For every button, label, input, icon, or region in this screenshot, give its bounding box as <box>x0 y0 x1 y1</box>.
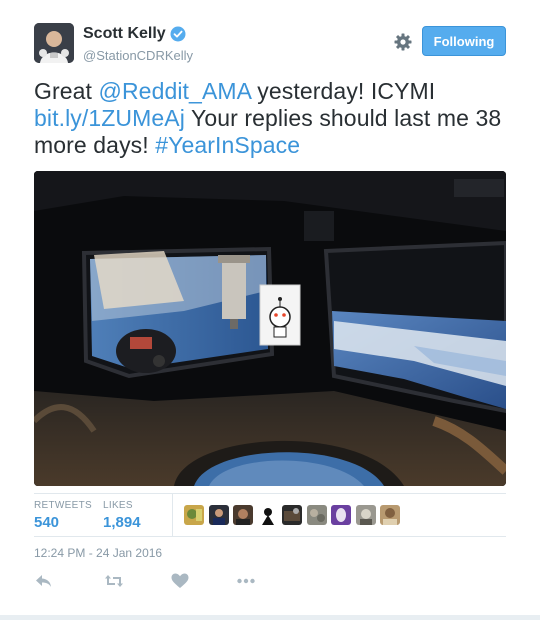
liker-avatar[interactable] <box>208 505 229 525</box>
liker-avatar[interactable] <box>331 505 351 525</box>
card-bottom-border <box>0 615 540 620</box>
user-handle[interactable]: @StationCDRKelly <box>83 48 193 63</box>
url-link[interactable]: bit.ly/1ZUMeAj <box>34 105 185 131</box>
liker-avatar[interactable] <box>380 505 400 525</box>
following-button[interactable]: Following <box>422 26 506 56</box>
retweet-icon[interactable] <box>104 572 124 590</box>
user-avatar[interactable] <box>34 23 74 63</box>
verified-badge-icon <box>170 26 186 42</box>
tweet-photo[interactable] <box>34 171 506 486</box>
tweet-text-segment: yesterday! ICYMI <box>250 78 436 104</box>
liker-avatar[interactable] <box>355 505 376 525</box>
retweets-stat[interactable]: RETWEETS 540 <box>34 500 92 531</box>
likes-stat[interactable]: LIKES 1,894 <box>103 500 141 531</box>
liker-avatar[interactable] <box>184 505 204 525</box>
stats-divider <box>172 494 173 536</box>
tweet-text: Great @Reddit_AMA yesterday! ICYMI bit.l… <box>34 78 514 159</box>
liker-avatar[interactable] <box>257 505 278 525</box>
liker-avatars <box>184 505 405 525</box>
like-icon[interactable] <box>170 572 190 590</box>
liker-avatar[interactable] <box>306 505 327 525</box>
hashtag-link[interactable]: #YearInSpace <box>155 132 300 158</box>
tweet-text-segment: Great <box>34 78 99 104</box>
retweets-count: 540 <box>34 514 60 531</box>
tweet-card: Scott Kelly @StationCDRKelly Following G… <box>0 0 540 620</box>
more-icon[interactable] <box>236 572 256 590</box>
retweets-label: RETWEETS <box>34 500 92 511</box>
likes-label: LIKES <box>103 500 133 511</box>
reply-icon[interactable] <box>34 572 54 590</box>
tweet-timestamp[interactable]: 12:24 PM - 24 Jan 2016 <box>34 546 162 560</box>
mention-link[interactable]: @Reddit_AMA <box>99 78 251 104</box>
engagement-stats: RETWEETS 540 LIKES 1,894 <box>34 493 506 537</box>
liker-avatar[interactable] <box>282 505 302 525</box>
name-row: Scott Kelly <box>83 25 186 43</box>
liker-avatar[interactable] <box>233 505 253 525</box>
display-name[interactable]: Scott Kelly <box>83 25 166 43</box>
gear-icon[interactable] <box>393 32 413 52</box>
likes-count: 1,894 <box>103 514 141 531</box>
